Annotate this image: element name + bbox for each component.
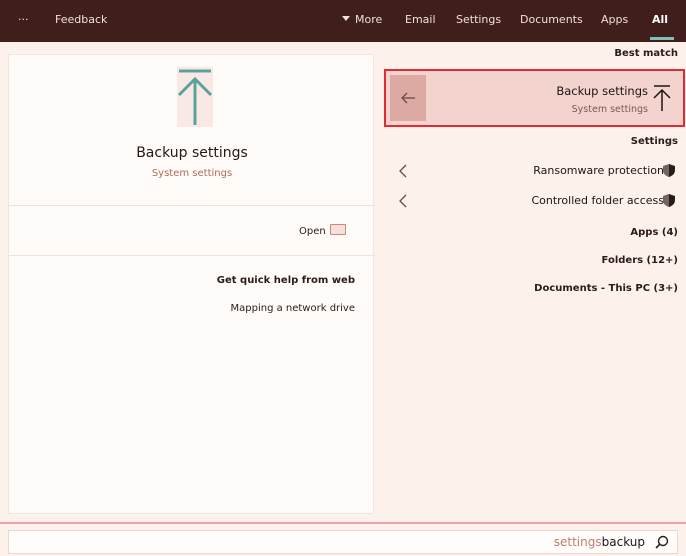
search-icon	[655, 535, 669, 549]
active-tab-indicator	[650, 37, 674, 40]
chevron-left-icon[interactable]	[398, 194, 408, 208]
tab-settings[interactable]: Settings	[456, 12, 501, 28]
chevron-left-icon[interactable]	[398, 164, 408, 178]
arrow-left-icon	[401, 92, 415, 104]
feedback-link[interactable]: Feedback	[55, 12, 107, 28]
preview-subtitle: System settings	[151, 168, 233, 179]
divider	[9, 205, 375, 206]
tab-documents[interactable]: Documents	[520, 12, 583, 28]
web-help-heading: Get quick help from web	[216, 275, 355, 286]
shield-icon	[663, 164, 675, 177]
open-window-icon	[329, 224, 346, 235]
preview-panel: Backup settings System settings Open Get…	[8, 54, 375, 514]
tab-all[interactable]: All	[652, 12, 668, 28]
chevron-down-icon	[342, 16, 350, 21]
settings-heading: Settings	[630, 136, 678, 147]
tab-more-label: More	[355, 13, 383, 26]
search-typed-text: backup	[601, 535, 645, 549]
top-nav-bar: ··· Feedback More Email Settings Documen…	[0, 0, 686, 42]
best-match-subtitle: System settings	[571, 104, 648, 115]
backup-upload-icon	[653, 85, 671, 111]
tab-more[interactable]: More	[342, 12, 382, 28]
group-documents[interactable]: Documents - This PC (3+)	[384, 283, 678, 294]
open-preview-button[interactable]	[390, 75, 426, 121]
search-input[interactable]: settingsbackup	[8, 530, 678, 554]
open-action[interactable]: Open	[299, 223, 346, 241]
more-options-button[interactable]: ···	[18, 12, 29, 28]
result-label: Ransomware protection	[533, 164, 664, 177]
search-bar: settingsbackup	[0, 522, 686, 556]
shield-icon	[663, 194, 675, 207]
open-label: Open	[299, 226, 326, 237]
result-ransomware-protection[interactable]: Ransomware protection	[384, 159, 684, 183]
divider	[9, 255, 375, 256]
result-controlled-folder-access[interactable]: Controlled folder access	[384, 189, 684, 213]
best-match-result[interactable]: Backup settings System settings	[384, 69, 685, 127]
web-help-link[interactable]: Mapping a network drive	[9, 303, 356, 314]
tab-email[interactable]: Email	[405, 12, 436, 28]
best-match-heading: Best match	[614, 48, 678, 59]
best-match-title: Backup settings	[556, 84, 648, 98]
tab-apps[interactable]: Apps	[601, 12, 628, 28]
backup-upload-icon	[177, 67, 213, 127]
search-suggestion: settings	[553, 535, 602, 549]
preview-title: Backup settings	[136, 145, 248, 161]
group-apps[interactable]: Apps (4)	[384, 227, 678, 238]
result-label: Controlled folder access	[531, 194, 664, 207]
group-folders[interactable]: Folders (12+)	[384, 255, 678, 266]
search-query: settingsbackup	[554, 535, 645, 549]
